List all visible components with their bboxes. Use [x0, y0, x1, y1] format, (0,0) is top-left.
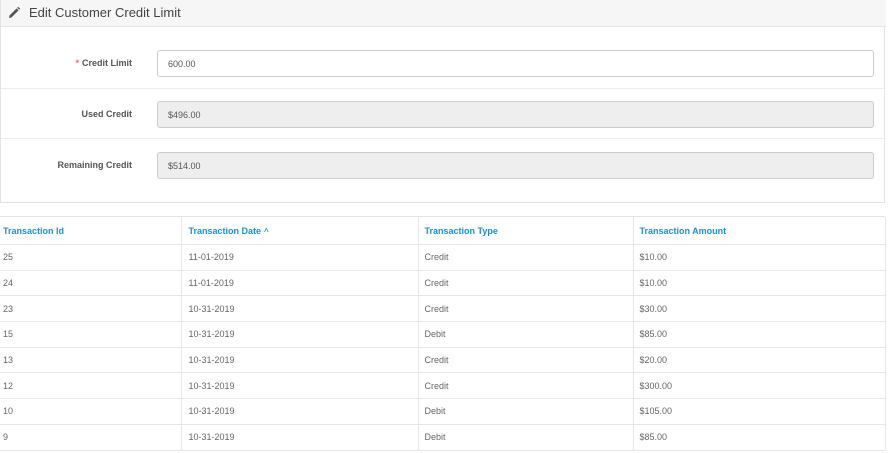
- remaining-credit-label: Remaining Credit: [57, 160, 132, 170]
- cell-transaction-date: 10-31-2019: [181, 295, 419, 323]
- credit-limit-row: * Credit Limit: [1, 38, 886, 89]
- transactions-table-container: Transaction Id Transaction Date ^ Transac…: [0, 216, 886, 453]
- used-credit-row: Used Credit: [1, 89, 886, 139]
- cell-transaction-id: 9: [0, 424, 182, 451]
- column-header-transaction-date[interactable]: Transaction Date ^: [181, 217, 419, 245]
- table-row: 24 11-01-2019 Credit $10.00: [0, 270, 886, 297]
- cell-transaction-amount: $20.00: [633, 347, 886, 374]
- transactions-table: Transaction Id Transaction Date ^ Transac…: [0, 217, 886, 451]
- cell-transaction-type: Debit: [418, 398, 634, 425]
- cell-transaction-type: Debit: [418, 321, 634, 348]
- cell-transaction-id: 25: [0, 244, 182, 271]
- cell-transaction-amount: $30.00: [633, 295, 886, 323]
- table-row: 25 11-01-2019 Credit $10.00: [0, 244, 886, 271]
- column-header-transaction-id[interactable]: Transaction Id: [0, 217, 182, 245]
- credit-limit-label: * Credit Limit: [75, 38, 132, 88]
- column-header-label: Transaction Type: [424, 225, 498, 236]
- cell-transaction-type: Credit: [418, 372, 634, 400]
- cell-transaction-type: Credit: [418, 270, 634, 297]
- cell-transaction-date: 10-31-2019: [181, 424, 419, 451]
- column-header-transaction-amount[interactable]: Transaction Amount: [633, 217, 886, 245]
- column-header-label: Transaction Id: [3, 225, 65, 236]
- table-row: 12 10-31-2019 Credit $300.00: [0, 372, 886, 400]
- cell-transaction-type: Credit: [418, 347, 634, 374]
- chevron-up-icon: ^: [264, 226, 269, 236]
- cell-transaction-date: 10-31-2019: [181, 398, 419, 425]
- cell-transaction-amount: $105.00: [633, 398, 886, 425]
- table-row: 9 10-31-2019 Debit $85.00: [0, 424, 886, 451]
- pencil-icon: [7, 6, 21, 20]
- cell-transaction-amount: $85.00: [633, 424, 886, 451]
- cell-transaction-date: 11-01-2019: [181, 270, 419, 297]
- table-row: 23 10-31-2019 Credit $30.00: [0, 295, 886, 323]
- cell-transaction-id: 12: [0, 372, 182, 400]
- panel-heading: Edit Customer Credit Limit: [1, 0, 886, 27]
- cell-transaction-id: 13: [0, 347, 182, 374]
- credit-limit-panel: Edit Customer Credit Limit * Credit Limi…: [0, 0, 886, 203]
- cell-transaction-date: 10-31-2019: [181, 347, 419, 374]
- panel-title: Edit Customer Credit Limit: [29, 5, 181, 20]
- cell-transaction-date: 10-31-2019: [181, 372, 419, 400]
- table-row: 10 10-31-2019 Debit $105.00: [0, 398, 886, 425]
- column-header-transaction-type[interactable]: Transaction Type: [418, 217, 634, 245]
- remaining-credit-row: Remaining Credit: [1, 140, 886, 190]
- table-row: 15 10-31-2019 Debit $85.00: [0, 321, 886, 348]
- cell-transaction-amount: $300.00: [633, 372, 886, 400]
- cell-transaction-type: Credit: [418, 244, 634, 271]
- cell-transaction-id: 15: [0, 321, 182, 348]
- cell-transaction-amount: $10.00: [633, 244, 886, 271]
- used-credit-label: Used Credit: [81, 108, 132, 119]
- cell-transaction-date: 10-31-2019: [181, 321, 419, 348]
- column-header-label: Transaction Amount: [639, 225, 727, 236]
- cell-transaction-id: 23: [0, 295, 182, 323]
- column-header-label: Transaction Date: [188, 225, 262, 236]
- credit-limit-label-text: Credit Limit: [81, 58, 132, 68]
- cell-transaction-amount: $85.00: [633, 321, 886, 348]
- table-header-row: Transaction Id Transaction Date ^ Transac…: [0, 217, 886, 245]
- used-credit-field: [157, 101, 874, 128]
- credit-limit-input[interactable]: [157, 50, 874, 77]
- cell-transaction-id: 10: [0, 398, 182, 425]
- cell-transaction-amount: $10.00: [633, 270, 886, 297]
- table-row: 13 10-31-2019 Credit $20.00: [0, 347, 886, 374]
- cell-transaction-type: Credit: [418, 295, 634, 323]
- cell-transaction-type: Debit: [418, 424, 634, 451]
- cell-transaction-date: 11-01-2019: [181, 244, 419, 271]
- required-marker: *: [75, 58, 79, 68]
- cell-transaction-id: 24: [0, 270, 182, 297]
- remaining-credit-field: [157, 152, 874, 179]
